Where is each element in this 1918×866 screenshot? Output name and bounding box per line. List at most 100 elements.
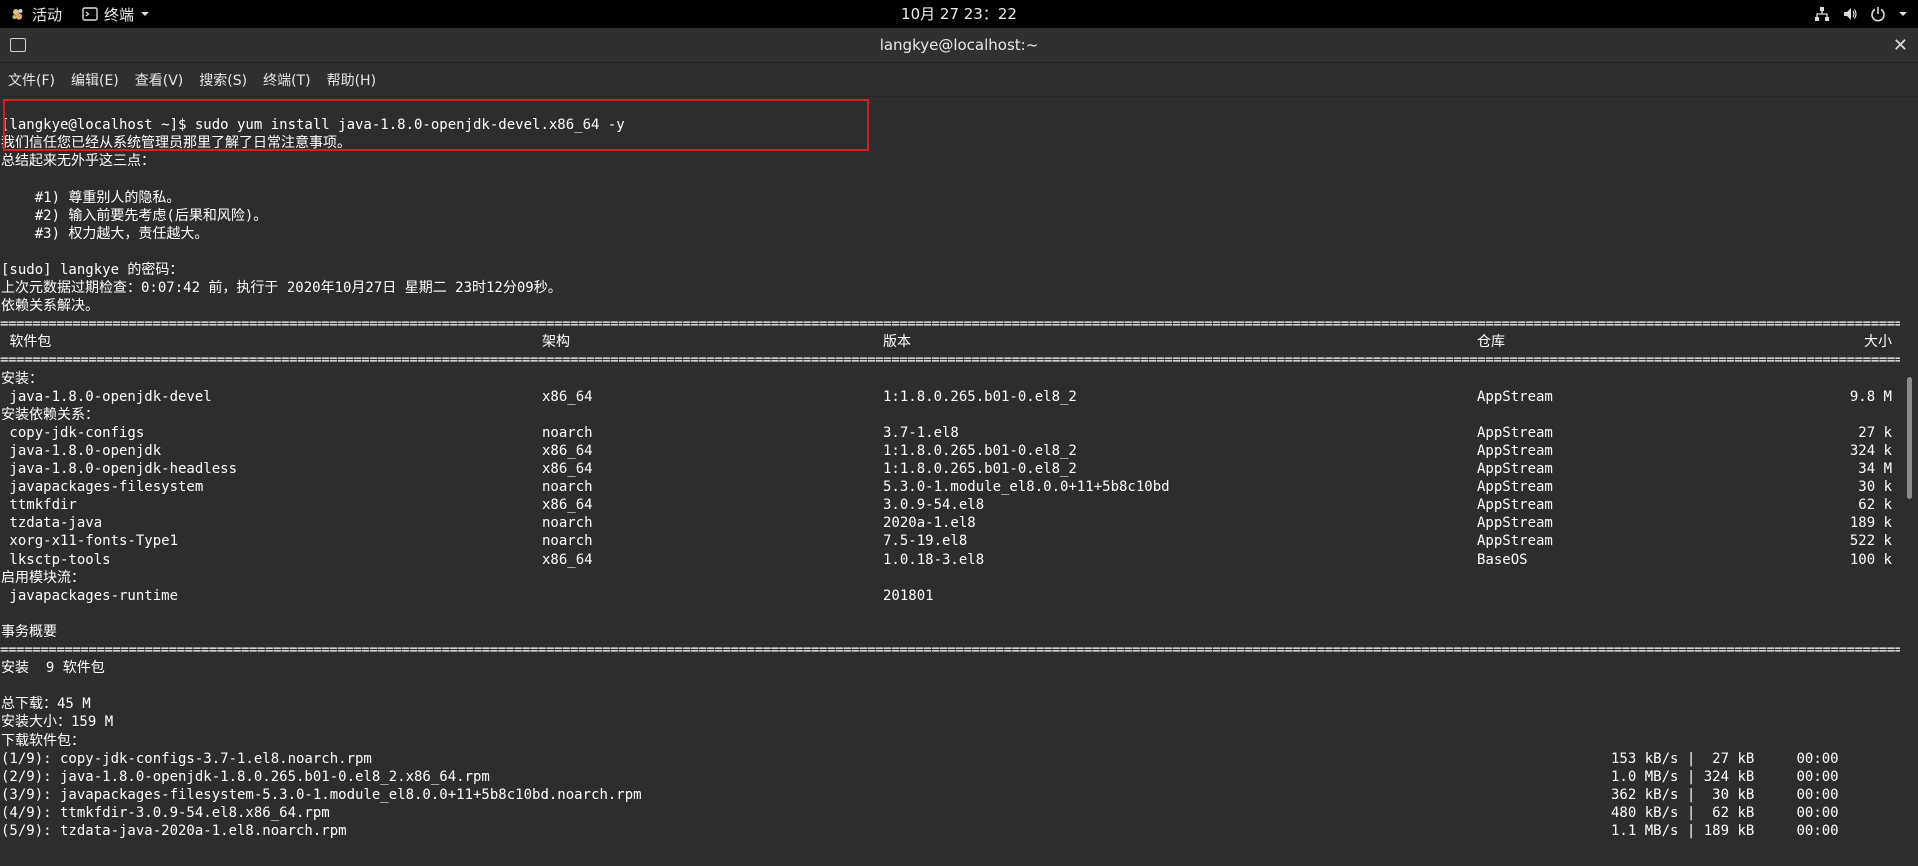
download-speed: 1.1 MB/s bbox=[1611, 823, 1679, 839]
download-speed: 153 kB/s bbox=[1611, 751, 1679, 767]
download-time: 00:00 bbox=[1796, 805, 1839, 821]
section-label: 启用模块流： bbox=[1, 570, 85, 586]
download-row: (5/9): tzdata-java-2020a-1.el8.noarch.rp… bbox=[0, 822, 1900, 840]
package-arch: x86_64 bbox=[542, 389, 593, 405]
separator-line: ========================================… bbox=[0, 316, 1900, 332]
package-version: 3.7-1.el8 bbox=[883, 425, 959, 441]
menu-view[interactable]: 查看(V) bbox=[135, 70, 184, 90]
table-row: tzdata-java noarch 2020a-1.el8 AppStream 189… bbox=[0, 514, 1900, 532]
package-repo: AppStream bbox=[1477, 515, 1553, 531]
menu-search[interactable]: 搜索(S) bbox=[199, 70, 247, 90]
package-version: 5.3.0-1.module_el8.0.0+11+5b8c10bd bbox=[883, 479, 1170, 495]
package-arch: noarch bbox=[542, 515, 593, 531]
menu-edit[interactable]: 编辑(E) bbox=[71, 70, 119, 90]
menu-terminal[interactable]: 终端(T) bbox=[263, 70, 310, 90]
menu-file[interactable]: 文件(F) bbox=[8, 70, 55, 90]
window-title: langkye@localhost:~ bbox=[879, 36, 1039, 54]
package-arch: x86_64 bbox=[542, 461, 593, 477]
network-icon bbox=[1815, 7, 1829, 21]
sudo-lecture-line: 依赖关系解决。 bbox=[1, 298, 99, 314]
table-header: 软件包 架构 版本 仓库 大小 bbox=[0, 333, 1900, 351]
download-file: (3/9): javapackages-filesystem-5.3.0-1.m… bbox=[1, 787, 642, 803]
activities-label: 活动 bbox=[32, 5, 63, 24]
package-version: 201801 bbox=[883, 588, 934, 604]
table-row: ttmkfdir x86_64 3.0.9-54.el8 AppStream 62 k bbox=[0, 496, 1900, 514]
package-repo: AppStream bbox=[1477, 443, 1553, 459]
download-speed: 1.0 MB/s bbox=[1611, 769, 1679, 785]
chevron-down-icon bbox=[1899, 12, 1907, 16]
package-arch: noarch bbox=[542, 479, 593, 495]
table-row: java-1.8.0-openjdk x86_64 1:1.8.0.265.b01-… bbox=[0, 442, 1900, 460]
close-icon[interactable]: ✕ bbox=[1893, 28, 1908, 63]
package-repo: AppStream bbox=[1477, 533, 1553, 549]
package-repo: 仓库 bbox=[1477, 334, 1505, 350]
package-arch: 架构 bbox=[542, 334, 570, 350]
window-title-bar[interactable]: langkye@localhost:~ ✕ bbox=[0, 28, 1918, 63]
package-version: 1:1.8.0.265.b01-0.el8_2 bbox=[883, 443, 1077, 459]
package-version: 3.0.9-54.el8 bbox=[883, 497, 985, 513]
download-stats: 1.0 MB/s | 324 kB 00:00 bbox=[1611, 769, 1839, 785]
table-row: javapackages-runtime 201801 bbox=[0, 587, 1900, 605]
package-arch: x86_64 bbox=[542, 497, 593, 513]
separator-line: ========================================… bbox=[0, 642, 1900, 658]
activities-button[interactable]: 活动 bbox=[8, 0, 72, 28]
download-row: (1/9): copy-jdk-configs-3.7-1.el8.noarch… bbox=[0, 750, 1900, 768]
package-name: javapackages-runtime bbox=[1, 588, 179, 604]
package-name: tzdata-java bbox=[1, 515, 103, 531]
download-row: (2/9): java-1.8.0-openjdk-1.8.0.265.b01-… bbox=[0, 768, 1900, 786]
download-file: (5/9): tzdata-java-2020a-1.el8.noarch.rp… bbox=[1, 823, 347, 839]
package-arch: noarch bbox=[542, 425, 593, 441]
gnome-top-bar: 活动 终端 10月 27 23：22 bbox=[0, 0, 1918, 28]
download-size: 27 kB bbox=[1703, 751, 1755, 767]
sudo-lecture-line: 上次元数据过期检查：0:07:42 前，执行于 2020年10月27日 星期二 … bbox=[1, 280, 562, 296]
package-repo: AppStream bbox=[1477, 425, 1553, 441]
volume-icon bbox=[1844, 8, 1857, 20]
table-row: xorg-x11-fonts-Type1 noarch 7.5-19.el8 AppS… bbox=[0, 532, 1900, 550]
install-size: 安装大小：159 M bbox=[1, 714, 114, 730]
package-repo: AppStream bbox=[1477, 389, 1553, 405]
package-name: lksctp-tools bbox=[1, 552, 111, 568]
highlight-box bbox=[3, 99, 869, 151]
package-name: ttmkfdir bbox=[1, 497, 77, 513]
menu-bar: 文件(F) 编辑(E) 查看(V) 搜索(S) 终端(T) 帮助(H) bbox=[0, 63, 1918, 97]
download-size: 324 kB bbox=[1703, 769, 1755, 785]
download-time: 00:00 bbox=[1796, 823, 1839, 839]
scrollbar-thumb[interactable] bbox=[1907, 377, 1912, 499]
sudo-lecture-line: #1) 尊重别人的隐私。 bbox=[1, 190, 181, 206]
download-speed: 480 kB/s bbox=[1611, 805, 1679, 821]
package-name: 软件包 bbox=[1, 334, 52, 350]
terminal-output[interactable]: [langkye@localhost ~]$ sudo yum install … bbox=[0, 97, 1900, 866]
chevron-down-icon bbox=[141, 12, 150, 16]
terminal-app-menu[interactable]: 终端 bbox=[80, 0, 160, 28]
system-tray[interactable] bbox=[1814, 0, 1908, 28]
download-file: (1/9): copy-jdk-configs-3.7-1.el8.noarch… bbox=[1, 751, 372, 767]
clock[interactable]: 10月 27 23：22 bbox=[901, 5, 1017, 23]
clock-container: 10月 27 23：22 bbox=[0, 0, 1918, 28]
sudo-lecture-line: #3) 权力越大，责任越大。 bbox=[1, 226, 209, 242]
download-row: (3/9): javapackages-filesystem-5.3.0-1.m… bbox=[0, 786, 1900, 804]
package-version: 7.5-19.el8 bbox=[883, 533, 968, 549]
package-name: java-1.8.0-openjdk-devel bbox=[1, 389, 212, 405]
sudo-lecture-line: #2) 输入前要先考虑(后果和风险)。 bbox=[1, 208, 268, 224]
download-stats: 153 kB/s | 27 kB 00:00 bbox=[1611, 751, 1839, 767]
package-version: 2020a-1.el8 bbox=[883, 515, 976, 531]
download-size: 62 kB bbox=[1703, 805, 1755, 821]
menu-help[interactable]: 帮助(H) bbox=[327, 70, 376, 90]
sudo-lecture-line: [sudo] langkye 的密码： bbox=[1, 262, 184, 278]
terminal-scrollbar[interactable] bbox=[1900, 97, 1918, 866]
package-repo: AppStream bbox=[1477, 479, 1553, 495]
download-time: 00:00 bbox=[1796, 751, 1839, 767]
package-size: 9.8 M bbox=[1849, 389, 1892, 405]
section-label: 安装： bbox=[1, 371, 43, 387]
package-arch: noarch bbox=[542, 533, 593, 549]
download-row: (4/9): ttmkfdir-3.0.9-54.el8.x86_64.rpm 4… bbox=[0, 804, 1900, 822]
terminal-icon bbox=[82, 7, 98, 21]
package-size: 62 k bbox=[1858, 497, 1892, 513]
download-speed: 362 kB/s bbox=[1611, 787, 1679, 803]
download-size: 189 kB bbox=[1703, 823, 1755, 839]
table-row: lksctp-tools x86_64 1.0.18-3.el8 BaseOS 100 … bbox=[0, 551, 1900, 569]
package-size: 大小 bbox=[1864, 334, 1892, 350]
download-stats: 1.1 MB/s | 189 kB 00:00 bbox=[1611, 823, 1839, 839]
download-size: 30 kB bbox=[1703, 787, 1755, 803]
package-name: java-1.8.0-openjdk bbox=[1, 443, 162, 459]
